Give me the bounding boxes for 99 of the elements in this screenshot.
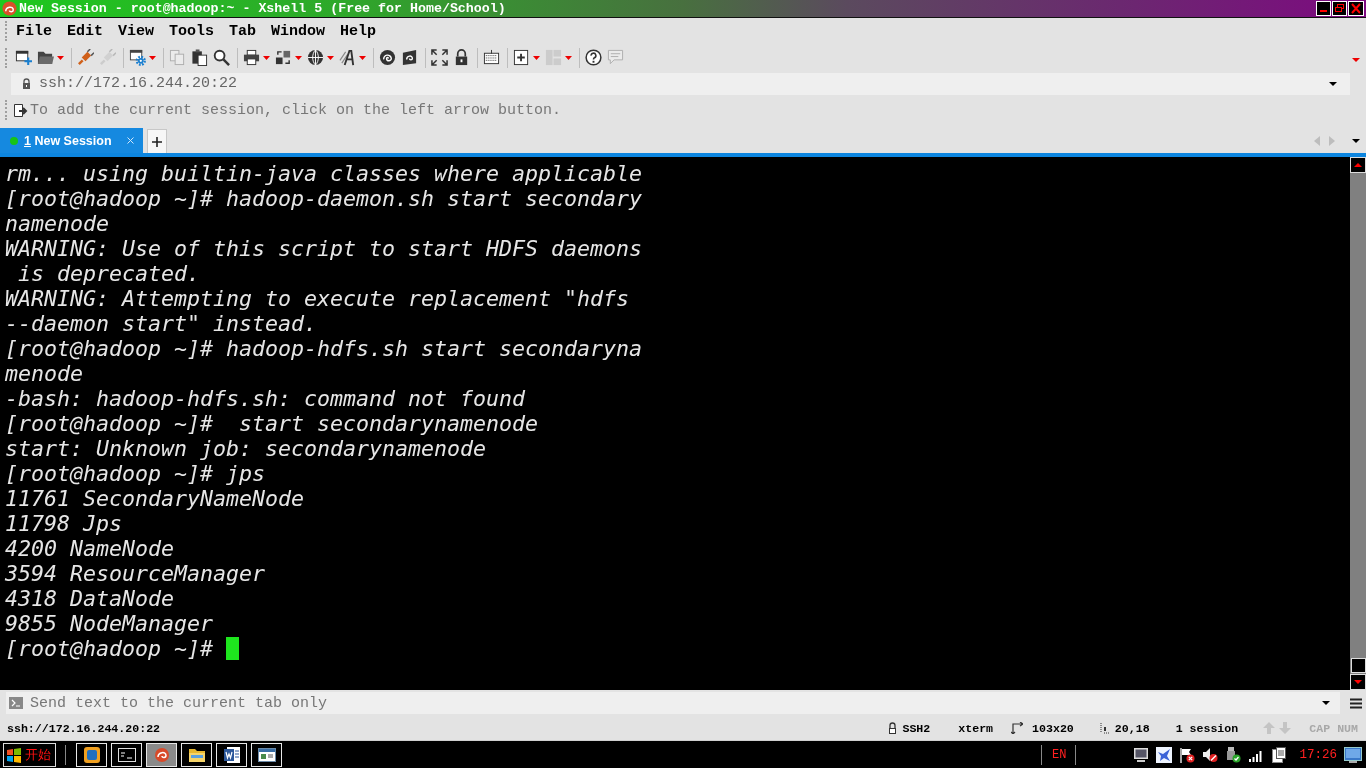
flag-icon[interactable] [1179, 746, 1196, 763]
taskbar-button[interactable] [76, 742, 107, 767]
info-message: To add the current session, click on the left arrow button. [30, 101, 562, 119]
terminal-line: -bash: hadoop-hdfs.sh: command not found [5, 386, 526, 411]
caret-icon[interactable] [1322, 701, 1330, 705]
font-icon[interactable] [339, 49, 356, 66]
plug-icon[interactable] [77, 49, 94, 66]
terminal-line: 4200 NameNode [5, 536, 174, 561]
terminal-line: 11798 Jps [5, 511, 122, 536]
terminal-size: 103x20 [1032, 721, 1074, 735]
menu-item[interactable]: View [115, 21, 158, 41]
plus-icon [151, 136, 162, 147]
terminal-line: 3594 ResourceManager [5, 561, 265, 586]
app-logo-icon [2, 1, 17, 16]
new-window-icon[interactable] [15, 49, 32, 66]
terminal-line: 4318 DataNode [5, 586, 174, 611]
terminal-line: [root@hadoop ~]# hadoop-hdfs.sh start secondaryna [5, 336, 643, 361]
star-tile-icon[interactable] [1156, 746, 1173, 763]
session-tab[interactable]: 1 New Session [0, 128, 143, 153]
terminal-line: [root@hadoop ~]# start secondarynamenode [5, 411, 539, 436]
transfer-icon[interactable] [275, 49, 292, 66]
menu-item[interactable]: Edit [64, 21, 107, 41]
document-icon [222, 745, 241, 764]
language-indicator[interactable]: EN [1052, 747, 1067, 762]
swirl-icon[interactable] [379, 49, 396, 66]
terminal-line: rm... using builtin-java classes where applicable [5, 161, 643, 186]
menu-item[interactable]: Tab [226, 21, 260, 41]
minimize-icon[interactable] [1316, 1, 1331, 16]
terminal-line: --daemon start" instead. [5, 311, 317, 336]
taskbar-button[interactable] [216, 742, 247, 767]
pages-icon[interactable] [1271, 746, 1288, 763]
caret-icon[interactable] [1329, 81, 1337, 86]
usb-icon[interactable] [1225, 746, 1242, 763]
terminal-line: WARNING: Attempting to execute replacement "hdfs [5, 286, 630, 311]
new-tab-button[interactable] [146, 129, 167, 153]
taskbar-button[interactable] [111, 742, 142, 767]
caret-icon[interactable] [1352, 138, 1360, 143]
address-field[interactable]: ssh://172.16.244.20:22 [11, 72, 1350, 95]
terminal-line: is deprecated. [17, 261, 200, 286]
scroll-up-icon[interactable] [1350, 157, 1366, 173]
terminal-line: menode [5, 361, 83, 386]
fullscreen-icon[interactable] [431, 49, 448, 66]
arrow-page-icon[interactable] [13, 102, 28, 118]
resize-icon [1011, 722, 1024, 734]
protocol-text: SSH2 [902, 721, 931, 735]
key-indicator: NUM [1337, 721, 1358, 735]
terminal-line: 11761 SecondaryNameNode [5, 486, 304, 511]
key-indicator: CAP [1309, 721, 1331, 735]
menu-item[interactable]: File [13, 21, 55, 41]
window-gear-icon[interactable] [129, 49, 146, 66]
folder-icon[interactable] [37, 49, 54, 66]
lock-icon[interactable] [453, 49, 470, 66]
cursor-position: 20,18 [1114, 721, 1150, 735]
paste-icon[interactable] [191, 49, 208, 66]
new-tab-icon[interactable] [513, 49, 530, 66]
menu-icon[interactable] [1350, 697, 1362, 709]
terminal-line: [root@hadoop ~]# hadoop-daemon.sh start secondary [5, 186, 643, 211]
square-ring-icon [82, 745, 101, 764]
console-icon [117, 745, 136, 764]
cursor-position-icon [1099, 722, 1110, 734]
terminal-pane[interactable] [0, 157, 1366, 690]
start-button[interactable]: 开始 [3, 742, 56, 767]
terminal-line: WARNING: Use of this script to start HDFS daemons [5, 236, 643, 261]
restore-icon[interactable] [1332, 1, 1347, 16]
globe-icon[interactable] [307, 49, 324, 66]
window-title: New Session - root@hadoop:~ - Xshell 5 (Free for Home/School) [19, 0, 506, 17]
menu-item[interactable]: Help [337, 21, 380, 41]
taskbar-button[interactable] [146, 742, 177, 767]
scrollbar[interactable] [1350, 157, 1366, 690]
lock-icon [888, 722, 898, 734]
monitor-icon[interactable] [1133, 746, 1150, 763]
menu-item[interactable]: Window [268, 21, 329, 41]
printer-icon[interactable] [243, 49, 260, 66]
swirl-icon [152, 745, 171, 764]
spiral-tile-icon[interactable] [401, 49, 418, 66]
terminal-line: [root@hadoop ~]# [5, 636, 213, 661]
menu-item[interactable]: Tools [166, 21, 218, 41]
window-icon [257, 745, 276, 764]
connection-address: ssh://172.16.244.20:22 [7, 721, 161, 735]
terminal-line: [root@hadoop ~]# jps [5, 461, 265, 486]
address-text: ssh://172.16.244.20:22 [39, 75, 238, 92]
taskbar-button[interactable] [181, 742, 212, 767]
terminal-type: xterm [958, 721, 994, 735]
taskbar-button[interactable] [251, 742, 282, 767]
windows-logo-icon [6, 746, 22, 763]
speaker-muted-icon[interactable] [1202, 746, 1219, 763]
prompt-icon [9, 697, 23, 709]
lock-icon [22, 78, 31, 89]
help-icon[interactable] [585, 49, 602, 66]
clock-time[interactable]: 17:26 [1299, 747, 1337, 762]
terminal-line: start: Unknown job: secondarynamenode [5, 436, 487, 461]
terminal-line: namenode [5, 211, 109, 236]
terminal-line: 9855 NodeManager [5, 611, 213, 636]
session-count: 1 session [1175, 721, 1239, 735]
scroll-down-icon[interactable] [1350, 674, 1366, 690]
keyboard-icon[interactable] [483, 49, 500, 66]
show-desktop-icon[interactable] [1344, 746, 1362, 763]
search-icon[interactable] [213, 49, 230, 66]
scrollbar-thumb[interactable] [1350, 658, 1366, 673]
